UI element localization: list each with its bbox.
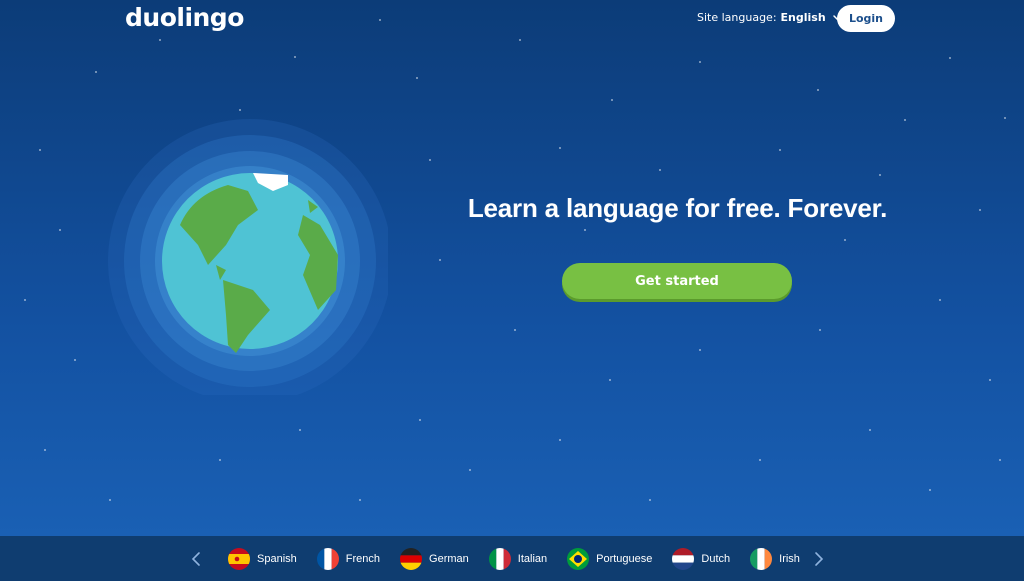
language-name: German [429,552,469,565]
language-item-portuguese[interactable]: Portuguese [567,547,653,570]
language-item-spanish[interactable]: Spanish [228,547,297,570]
language-item-italian[interactable]: Italian [488,547,548,570]
language-item-dutch[interactable]: Dutch [672,547,731,570]
login-button[interactable]: Login [837,5,895,32]
site-language-value: English [780,11,826,24]
brazil-flag-icon [567,547,590,570]
language-item-german[interactable]: German [400,547,469,570]
language-list: Spanish French German Italian Portuguese… [228,536,820,581]
netherlands-flag-icon [672,547,695,570]
language-name: Dutch [701,552,731,565]
site-language-label: Site language: [697,11,777,24]
hero-headline: Learn a language for free. Forever. [467,193,888,223]
language-bar: Spanish French German Italian Portuguese… [0,536,1024,581]
site-header: duolingo Site language: English Login [0,0,1024,40]
language-item-french[interactable]: French [316,547,381,570]
duolingo-logo[interactable]: duolingo [125,3,244,32]
language-name: French [345,552,381,565]
site-language-selector[interactable]: Site language: English [697,11,844,24]
spain-flag-icon [228,547,250,570]
language-name: Irish [779,552,800,565]
italy-flag-icon [488,547,511,570]
chevron-right-icon[interactable] [812,550,826,568]
germany-flag-icon [400,547,423,570]
ireland-flag-icon [750,547,773,570]
language-name: Italian [517,552,548,565]
language-name: Spanish [257,552,297,565]
language-item-irish[interactable]: Irish [750,547,800,570]
language-name: Portuguese [596,552,653,565]
get-started-button[interactable]: Get started [562,263,792,299]
france-flag-icon [316,547,339,570]
chevron-left-icon[interactable] [189,550,203,568]
globe-illustration [108,119,388,395]
